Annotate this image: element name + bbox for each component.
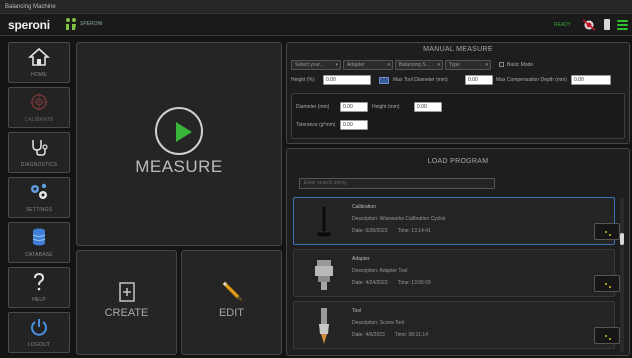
nav-diagnostics-label: DIAGNOSTICS xyxy=(20,162,58,168)
machine-status-text: READY xyxy=(554,22,572,28)
program-description: Description: Adapter Tool xyxy=(352,268,408,274)
stethoscope-icon xyxy=(9,137,69,157)
question-icon xyxy=(9,272,69,292)
adapter-select[interactable]: Adapter xyxy=(343,60,393,70)
home-icon xyxy=(9,47,69,67)
nav-home-button[interactable]: HOME xyxy=(8,42,70,83)
manual-measure-title: MANUAL MEASURE xyxy=(423,46,493,53)
program-list-item[interactable]: Tool Description: Screw Tool Date: 4/6/2… xyxy=(293,301,620,349)
nav-settings-button[interactable]: SETTINGS xyxy=(8,177,70,218)
nav-database-button[interactable]: DATABASE xyxy=(8,222,70,263)
battery-icon xyxy=(604,19,610,30)
height-unit-toggle[interactable] xyxy=(379,77,389,84)
nav-diagnostics-button[interactable]: DIAGNOSTICS xyxy=(8,132,70,173)
tolerance-label: Tolerance (g*mm) xyxy=(296,122,336,128)
diameter-input[interactable]: 0.00 xyxy=(340,102,368,112)
create-label: CREATE xyxy=(104,307,149,319)
emergency-stop-icon[interactable] xyxy=(582,19,596,31)
program-date-time: Date: 4/6/2023 Time: 08:31:14 xyxy=(352,332,428,338)
nav-help-label: HELP xyxy=(32,297,46,303)
max-compensation-depth-label: Max Compensation Depth (mm) xyxy=(496,77,567,83)
edit-tile-button[interactable]: EDIT xyxy=(181,250,282,355)
program-list-scrollbar[interactable] xyxy=(620,197,624,353)
program-description: Description: Screw Tool xyxy=(352,320,405,326)
program-date-time: Date: 6/28/2023 Time: 13:14:41 xyxy=(352,228,431,234)
add-file-icon xyxy=(77,281,176,303)
program-open-button[interactable] xyxy=(594,223,620,240)
database-icon xyxy=(9,227,69,247)
power-icon xyxy=(9,317,69,337)
program-date: Date: 6/28/2023 xyxy=(352,228,388,234)
max-tool-diameter-input[interactable]: 0.00 xyxy=(465,75,493,85)
sub-height-label: Height (mm) xyxy=(372,104,400,110)
gears-icon xyxy=(9,182,69,202)
brand-logo-mark-icon xyxy=(66,18,76,30)
measure-label: MEASURE xyxy=(135,157,223,176)
calibration-bar-icon xyxy=(315,205,333,238)
target-icon xyxy=(9,92,69,112)
screw-tool-icon xyxy=(319,308,329,344)
adapter-tool-icon xyxy=(315,260,333,290)
nav-home-label: HOME xyxy=(31,72,47,78)
program-description: Description: Wiseworks Calibration Cycli… xyxy=(352,216,446,222)
hamburger-menu-icon[interactable] xyxy=(617,20,628,30)
manual-measure-panel: MANUAL MEASURE Select your... Adapter Ba… xyxy=(286,42,630,144)
scrollbar-thumb[interactable] xyxy=(620,233,624,245)
program-time: Time: 08:31:14 xyxy=(394,332,428,338)
height-percent-input[interactable]: 0.00 xyxy=(323,75,371,85)
program-name: Calibration xyxy=(352,204,376,210)
nav-calibrate-label: CALIBRATE xyxy=(24,117,54,123)
max-compensation-depth-input[interactable]: 0.00 xyxy=(571,75,611,85)
program-date: Date: 4/24/2023 xyxy=(352,280,388,286)
nav-logout-label: LOGOUT xyxy=(27,342,51,348)
type-select[interactable]: Type xyxy=(445,60,491,70)
nav-help-button[interactable]: HELP xyxy=(8,267,70,308)
program-name: Tool xyxy=(352,308,362,314)
basic-mode-label: Basic Mode xyxy=(507,62,534,68)
program-open-button[interactable] xyxy=(594,275,620,292)
dimension-fields-box: Diameter (mm) 0.00 Height (mm) 0.00 Tole… xyxy=(291,93,625,139)
nav-calibrate-button[interactable]: CALIBRATE xyxy=(8,87,70,128)
program-time: Time: 13:55:09 xyxy=(397,280,431,286)
basic-mode-checkbox[interactable] xyxy=(499,62,504,67)
nav-logout-button[interactable]: LOGOUT xyxy=(8,312,70,353)
max-tool-diameter-label: Max Tool Diameter (mm) xyxy=(393,77,448,83)
window-title: Balancing Machine xyxy=(5,4,56,10)
sub-height-input[interactable]: 0.00 xyxy=(414,102,442,112)
brand-logo-subtext: SPERONI xyxy=(80,21,103,27)
brand-logo-text: speroni xyxy=(8,18,50,32)
load-program-title: LOAD PROGRAM xyxy=(427,158,489,165)
program-date-time: Date: 4/24/2023 Time: 13:55:09 xyxy=(352,280,431,286)
program-search-input[interactable]: Enter search string xyxy=(299,178,495,189)
height-percent-label: Height (%) xyxy=(291,77,315,83)
edit-label: EDIT xyxy=(218,307,245,319)
window-titlebar: Balancing Machine xyxy=(0,0,632,14)
app-header: speroni SPERONI READY xyxy=(0,14,632,36)
diameter-label: Diameter (mm) xyxy=(296,104,330,110)
program-name: Adapter xyxy=(352,256,370,262)
measure-tile-button[interactable]: MEASURE xyxy=(76,42,282,246)
program-list-item[interactable]: Adapter Description: Adapter Tool Date: … xyxy=(293,249,620,297)
balancing-select[interactable]: Balancing S... xyxy=(395,60,443,70)
pencil-icon xyxy=(182,281,281,303)
nav-settings-label: SETTINGS xyxy=(25,207,53,213)
program-time: Time: 13:14:41 xyxy=(397,228,431,234)
nav-database-label: DATABASE xyxy=(25,252,53,258)
program-date: Date: 4/6/2023 xyxy=(352,332,385,338)
program-open-button[interactable] xyxy=(594,327,620,344)
load-program-panel: LOAD PROGRAM Enter search string Calibra… xyxy=(286,148,630,356)
tolerance-input[interactable]: 0.00 xyxy=(340,120,368,130)
play-icon xyxy=(155,107,203,155)
program-list-item[interactable]: Calibration Description: Wiseworks Calib… xyxy=(293,197,620,245)
create-tile-button[interactable]: CREATE xyxy=(76,250,177,355)
tool-select[interactable]: Select your... xyxy=(291,60,341,70)
